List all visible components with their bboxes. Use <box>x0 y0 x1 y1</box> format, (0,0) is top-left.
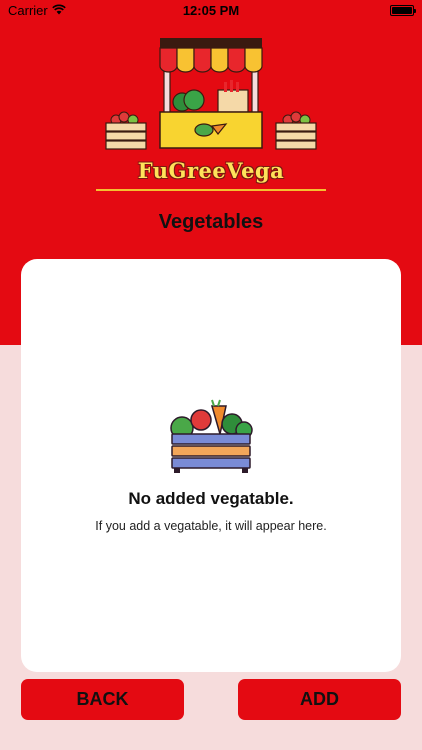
market-stall-icon <box>105 38 317 150</box>
logo-underline <box>96 189 326 191</box>
empty-state-subtitle: If you add a vegatable, it will appear h… <box>95 519 327 533</box>
back-button[interactable]: BACK <box>21 679 184 720</box>
clock: 12:05 PM <box>182 3 240 18</box>
app-name: FuGreeVega <box>137 158 285 183</box>
status-bar: Carrier 12:05 PM <box>0 0 422 22</box>
right-crate-icon <box>275 111 317 150</box>
battery-icon <box>390 5 416 16</box>
vegetable-crate-icon <box>170 399 253 473</box>
page-title: Vegetables <box>158 211 264 233</box>
empty-state-title: No added vegatable. <box>128 489 294 508</box>
left-crate-icon <box>105 111 147 150</box>
add-button[interactable]: ADD <box>238 679 401 720</box>
